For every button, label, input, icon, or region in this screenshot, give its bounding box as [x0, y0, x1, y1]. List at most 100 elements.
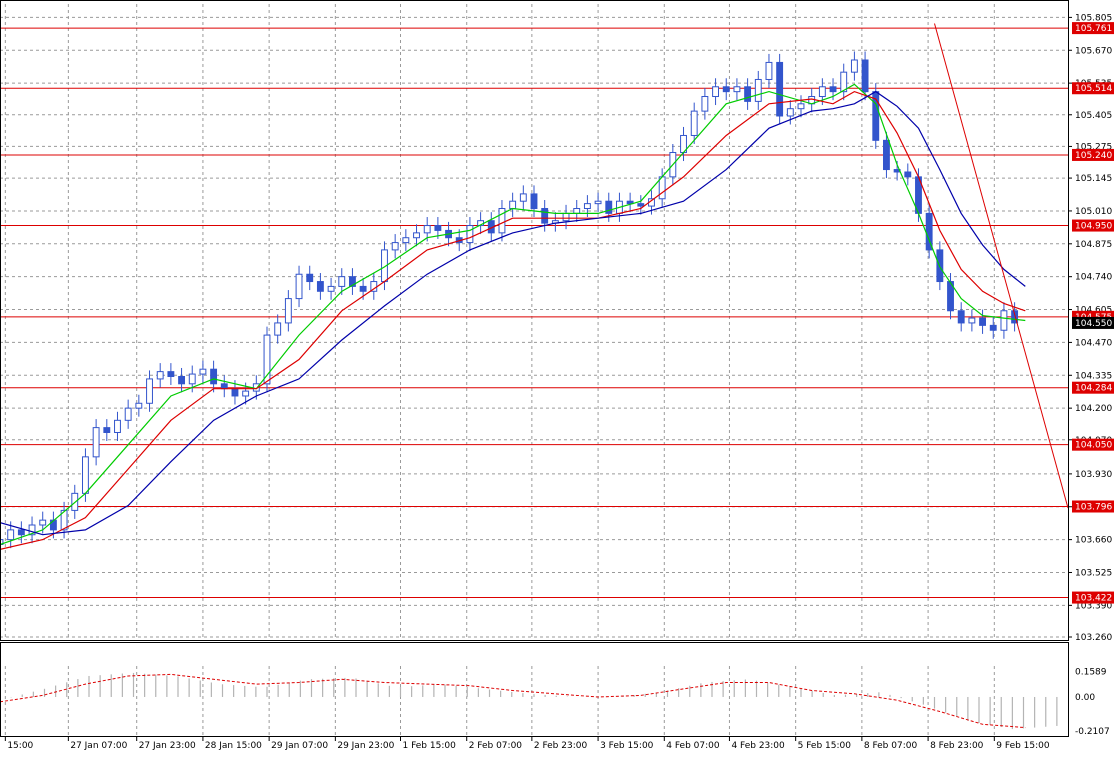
candle-body — [733, 86, 741, 93]
level-label: 105.514 — [1075, 84, 1112, 94]
candle-body — [509, 200, 517, 210]
price-tick-label: 105.145 — [1075, 174, 1112, 184]
candle-body — [690, 110, 698, 136]
candle-body — [498, 208, 506, 234]
time-tick-label: 27 Jan 23:00 — [139, 741, 196, 751]
price-tick-label: 105.805 — [1075, 13, 1112, 23]
candle-body — [306, 273, 314, 283]
candle-body — [957, 310, 965, 324]
candle-body — [210, 368, 218, 385]
candle-body — [530, 193, 538, 210]
time-tick-label: 2 Feb 07:00 — [469, 741, 523, 751]
candle-body — [658, 176, 666, 200]
level-label: 104.050 — [1075, 441, 1112, 451]
candle-body — [829, 86, 837, 93]
candle-body — [316, 281, 324, 292]
time-tick-label: 29 Jan 07:00 — [271, 741, 328, 751]
time-tick-label: 8 Feb 07:00 — [864, 741, 918, 751]
price-tick-label: 104.875 — [1075, 240, 1112, 250]
candle-body — [519, 193, 527, 202]
candle-body — [861, 59, 869, 93]
candle-body — [466, 225, 474, 244]
candle-body — [583, 203, 591, 210]
candle-body — [146, 378, 153, 404]
price-tick-label: 105.670 — [1075, 46, 1112, 56]
forex-chart: 105.805105.670105.535105.405105.275105.1… — [0, 0, 1120, 758]
candle-body — [274, 322, 282, 336]
candle-body — [989, 324, 997, 331]
candle-body — [92, 427, 100, 458]
price-tick-label: 105.405 — [1075, 111, 1112, 121]
candle-body — [979, 317, 986, 326]
candle-body — [135, 402, 143, 409]
candle-body — [786, 108, 794, 117]
candle-body — [434, 225, 442, 231]
price-tick-label: 104.335 — [1075, 371, 1112, 381]
price-tick-label: 105.010 — [1075, 207, 1112, 217]
chart-background — [0, 0, 1120, 758]
candle-body — [968, 317, 976, 324]
candle-body — [114, 419, 121, 433]
price-tick-label: 104.200 — [1075, 404, 1112, 414]
time-tick-label: 4 Feb 23:00 — [731, 741, 785, 751]
candle-body — [220, 383, 228, 390]
candle-body — [391, 242, 399, 251]
time-tick-label: 5 Feb 15:00 — [798, 741, 852, 751]
time-tick-label: 4 Feb 07:00 — [666, 741, 720, 751]
time-tick-label: 27 Jan 07:00 — [70, 741, 127, 751]
level-label: 103.796 — [1075, 503, 1112, 513]
candle-body — [594, 200, 602, 205]
candle-body — [413, 232, 420, 239]
candle-body — [701, 96, 709, 112]
candle-body — [722, 86, 730, 93]
oscillator-tick-label: -0.2107 — [1075, 727, 1110, 737]
candle-body — [818, 86, 826, 98]
time-tick-label: 8 Feb 23:00 — [930, 741, 984, 751]
price-tick-label: 103.660 — [1075, 536, 1112, 546]
candle-body — [327, 285, 335, 292]
candle-body — [263, 334, 271, 385]
candle-body — [284, 298, 292, 324]
candle-body — [295, 273, 303, 300]
candle-body — [17, 529, 25, 536]
candle-body — [82, 456, 89, 494]
candle-body — [199, 368, 207, 375]
level-label: 104.950 — [1075, 222, 1112, 232]
time-tick-label: 9 Feb 15:00 — [996, 741, 1050, 751]
level-label: 105.240 — [1075, 151, 1112, 161]
candle-body — [850, 59, 858, 73]
time-tick-label: 29 Jan 23:00 — [337, 741, 394, 751]
level-label: 103.422 — [1075, 594, 1112, 604]
price-tick-label: 104.740 — [1075, 273, 1112, 283]
candle-body — [765, 61, 773, 80]
candle-body — [7, 529, 15, 541]
time-tick-label: 2 Feb 23:00 — [534, 741, 588, 751]
candle-body — [156, 371, 164, 380]
price-tick-label: 104.470 — [1075, 338, 1112, 348]
candle-body — [904, 171, 912, 178]
candle-body — [124, 407, 132, 421]
price-tick-label: 103.930 — [1075, 470, 1112, 480]
candle-body — [541, 208, 549, 224]
candle-body — [49, 519, 57, 531]
oscillator-tick-label: 0.1589 — [1075, 667, 1107, 677]
price-tick-label: 103.525 — [1075, 568, 1112, 578]
candle-body — [744, 86, 752, 102]
time-tick-label: 1 Feb 15:00 — [403, 741, 457, 751]
candle-body — [103, 427, 111, 433]
time-tick-label: 3 Feb 15:00 — [600, 741, 654, 751]
price-tick-label: 103.260 — [1075, 633, 1112, 643]
candle-body — [39, 519, 47, 526]
candle-body — [338, 276, 346, 287]
candle-body — [883, 139, 890, 171]
candle-body — [178, 375, 185, 385]
candle-body — [402, 237, 410, 244]
time-tick-label: 15:00 — [7, 741, 33, 751]
candle-body — [423, 225, 431, 234]
candle-body — [754, 78, 762, 102]
candle-body — [167, 371, 175, 377]
candle-body — [637, 203, 645, 207]
candle-body — [712, 86, 719, 98]
candle-body — [797, 103, 805, 110]
level-label: 105.761 — [1075, 24, 1112, 34]
